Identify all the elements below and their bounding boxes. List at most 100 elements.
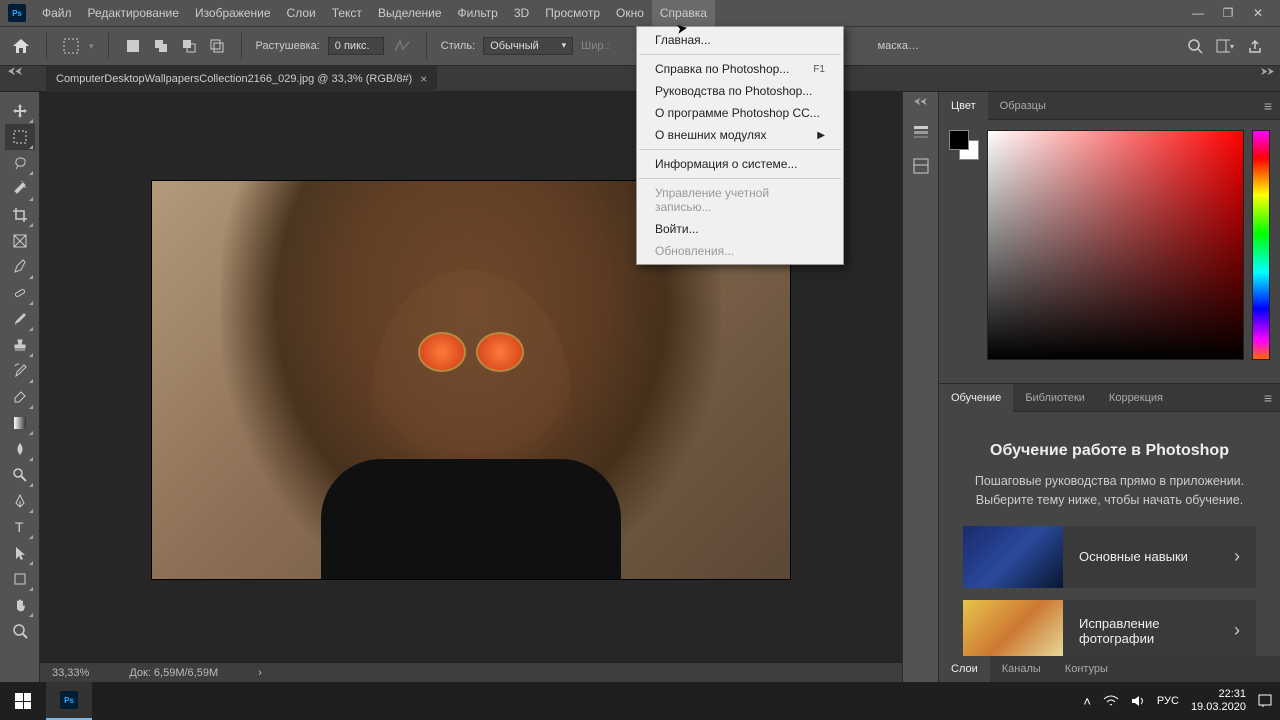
help-item[interactable]: О внешних модулях▶: [637, 124, 843, 146]
help-item[interactable]: Руководства по Photoshop...: [637, 80, 843, 102]
home-icon[interactable]: [10, 35, 32, 57]
color-field[interactable]: [987, 130, 1244, 360]
tool-eyedropper[interactable]: [5, 254, 35, 280]
tab-libraries[interactable]: Библиотеки: [1013, 384, 1097, 412]
help-item: Управление учетной записью...: [637, 182, 843, 218]
notifications-icon[interactable]: [1258, 694, 1272, 708]
style-select[interactable]: Обычный ▾: [483, 37, 573, 55]
tool-healing[interactable]: [5, 280, 35, 306]
close-button[interactable]: ✕: [1250, 6, 1266, 20]
canvas-status-bar: 33,33% Док: 6,59M/6,59M ›: [40, 662, 902, 682]
learn-card-photofix[interactable]: Исправление фотографии ›: [963, 600, 1256, 657]
help-item[interactable]: Войти...: [637, 218, 843, 240]
tool-move[interactable]: [5, 98, 35, 124]
sel-intersect-icon[interactable]: [207, 36, 227, 56]
tool-hand[interactable]: [5, 592, 35, 618]
tool-lasso[interactable]: [5, 150, 35, 176]
tool-pen[interactable]: [5, 488, 35, 514]
tool-shape[interactable]: [5, 566, 35, 592]
card-thumb-icon: [963, 526, 1063, 588]
tool-type[interactable]: T: [5, 514, 35, 540]
tab-color[interactable]: Цвет: [939, 92, 988, 120]
learn-card-basics[interactable]: Основные навыки ›: [963, 526, 1256, 588]
menu-файл[interactable]: Файл: [34, 0, 80, 26]
collapse-right-icon[interactable]: ⮞⮞: [1261, 66, 1274, 78]
tab-layers[interactable]: Слои: [939, 656, 990, 682]
width-label: Шир.:: [581, 40, 609, 52]
color-panel-tabs: Цвет Образцы ≡: [939, 92, 1280, 120]
fg-bg-swatch[interactable]: [949, 130, 979, 160]
learn-panel-tabs: Обучение Библиотеки Коррекция ≡: [939, 384, 1280, 412]
menu-окно[interactable]: Окно: [608, 0, 652, 26]
wifi-icon[interactable]: [1103, 695, 1119, 707]
menu-текст[interactable]: Текст: [324, 0, 370, 26]
status-arrow-icon[interactable]: ›: [258, 667, 262, 679]
tray-chevron-icon[interactable]: ˄: [1083, 694, 1091, 709]
help-menu-dropdown: Главная... Справка по Photoshop...F1Руков…: [636, 26, 844, 265]
panel-rail: ⮜⮜: [903, 92, 939, 682]
marquee-preset-icon[interactable]: [61, 36, 81, 56]
tool-frame[interactable]: [5, 228, 35, 254]
search-icon[interactable]: [1186, 37, 1204, 55]
tab-learn[interactable]: Обучение: [939, 384, 1013, 412]
language-indicator[interactable]: РУС: [1157, 695, 1179, 707]
tab-adjustments[interactable]: Коррекция: [1097, 384, 1175, 412]
minimize-button[interactable]: —: [1190, 6, 1206, 20]
rail-collapse-icon[interactable]: ⮜⮜: [914, 96, 927, 107]
help-item[interactable]: О программе Photoshop CC...: [637, 102, 843, 124]
menu-фильтр[interactable]: Фильтр: [450, 0, 506, 26]
tool-dodge[interactable]: [5, 462, 35, 488]
menu-выделение[interactable]: Выделение: [370, 0, 450, 26]
document-title: ComputerDesktopWallpapersCollection2166_…: [56, 73, 412, 85]
tab-channels[interactable]: Каналы: [990, 656, 1053, 682]
tool-marquee[interactable]: [5, 124, 35, 150]
tool-eraser[interactable]: [5, 384, 35, 410]
tool-zoom[interactable]: [5, 618, 35, 644]
maximize-button[interactable]: ❐: [1220, 6, 1236, 20]
antialias-icon[interactable]: [392, 36, 412, 56]
feather-input[interactable]: 0 пикс.: [328, 37, 384, 55]
tool-wand[interactable]: [5, 176, 35, 202]
menu-просмотр[interactable]: Просмотр: [537, 0, 608, 26]
tab-paths[interactable]: Контуры: [1053, 656, 1120, 682]
workspace-icon[interactable]: ▾: [1216, 37, 1234, 55]
menu-слои[interactable]: Слои: [279, 0, 324, 26]
chevron-right-icon: ›: [1218, 546, 1256, 567]
menu-3d[interactable]: 3D: [506, 0, 537, 26]
volume-icon[interactable]: [1131, 695, 1145, 707]
help-item[interactable]: Справка по Photoshop...F1: [637, 58, 843, 80]
learn-panel: Обучение работе в Photoshop Пошаговые ру…: [939, 412, 1280, 656]
share-icon[interactable]: [1246, 37, 1264, 55]
hue-slider[interactable]: [1252, 130, 1270, 360]
collapse-left-icon[interactable]: ⮜⮜: [8, 66, 22, 77]
help-item[interactable]: Главная...: [637, 29, 843, 51]
start-button[interactable]: [0, 682, 46, 720]
learn-panel-menu-icon[interactable]: ≡: [1256, 390, 1280, 406]
tab-swatches[interactable]: Образцы: [988, 92, 1058, 120]
tool-brush[interactable]: [5, 306, 35, 332]
tool-stamp[interactable]: [5, 332, 35, 358]
color-panel-menu-icon[interactable]: ≡: [1256, 98, 1280, 114]
mask-button[interactable]: маска…: [878, 40, 919, 52]
tool-blur[interactable]: [5, 436, 35, 462]
rail-history-icon[interactable]: [908, 119, 934, 145]
window-controls: — ❐ ✕: [1190, 6, 1276, 20]
sel-new-icon[interactable]: [123, 36, 143, 56]
zoom-level[interactable]: 33,33%: [52, 667, 89, 679]
tool-path-select[interactable]: [5, 540, 35, 566]
tool-gradient[interactable]: [5, 410, 35, 436]
sel-add-icon[interactable]: [151, 36, 171, 56]
rail-properties-icon[interactable]: [908, 153, 934, 179]
menu-изображение[interactable]: Изображение: [187, 0, 279, 26]
tool-crop[interactable]: [5, 202, 35, 228]
help-item[interactable]: Информация о системе...: [637, 153, 843, 175]
menu-редактирование[interactable]: Редактирование: [80, 0, 187, 26]
document-tab[interactable]: ComputerDesktopWallpapersCollection2166_…: [46, 66, 437, 92]
card-label: Основные навыки: [1063, 549, 1218, 564]
clock[interactable]: 22:31 19.03.2020: [1191, 688, 1246, 714]
taskbar-app-photoshop[interactable]: Ps: [46, 682, 92, 720]
sel-sub-icon[interactable]: [179, 36, 199, 56]
learn-description: Пошаговые руководства прямо в приложении…: [959, 472, 1260, 510]
document-close-icon[interactable]: ×: [420, 72, 427, 86]
tool-history-brush[interactable]: [5, 358, 35, 384]
